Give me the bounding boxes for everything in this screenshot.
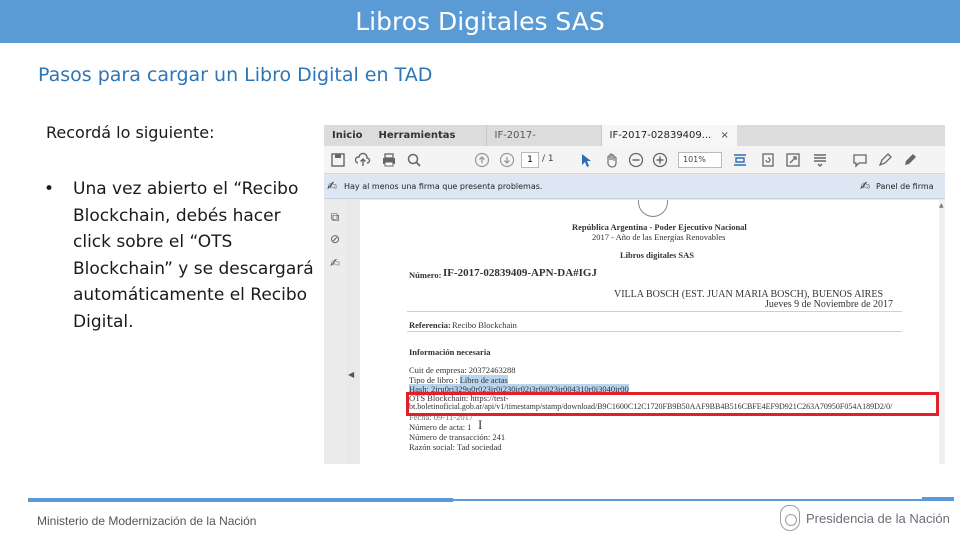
doc-title: Libros digitales SAS [620, 250, 695, 260]
signature-warning-bar: ✍ Hay al menos una firma que presenta pr… [324, 175, 945, 199]
viewer-toolbar [324, 146, 945, 174]
rotate-icon[interactable] [760, 152, 776, 168]
zoom-select[interactable]: 101% [678, 152, 722, 168]
slide-title: Libros Digitales SAS [355, 7, 605, 36]
collapse-panel-icon[interactable]: ◀ [348, 370, 354, 379]
viewer-tab-bar: Inicio Herramientas IF-2017-02839409... … [324, 125, 945, 162]
tab-herramientas[interactable]: Herramientas [371, 125, 486, 146]
cuit-line: Cuit de empresa: 20372463288 [409, 365, 516, 375]
viewer-left-rail: ⧉ ⊘ ✍ [324, 200, 346, 464]
numero-transaccion-line: Número de transacción: 241 [409, 432, 506, 442]
national-emblem-icon [780, 505, 800, 531]
slide-title-banner: Libros Digitales SAS [0, 0, 960, 43]
upload-icon[interactable] [355, 152, 371, 168]
print-icon[interactable] [381, 152, 397, 168]
next-page-icon[interactable] [499, 152, 515, 168]
instruction-bullet: • Una vez abierto el “Recibo Blockchain,… [44, 176, 316, 335]
highlight-pen-icon[interactable] [877, 152, 893, 168]
page-number-input[interactable]: 1 [521, 152, 539, 168]
numero-label: Número: [409, 270, 442, 280]
tab-document-1[interactable]: IF-2017-02839409... [485, 125, 601, 162]
doc-header-line2: 2017 - Año de las Energías Renovables [592, 232, 726, 242]
numero-value: IF-2017-02839409-APN-DA#IGJ [443, 267, 597, 279]
signature-warning-message: Hay al menos una firma que presenta prob… [344, 182, 543, 191]
tab-document-2[interactable]: IF-2017-02839409... × [600, 125, 737, 146]
search-icon[interactable] [406, 152, 422, 168]
viewer-scrollbar[interactable]: ▲ [939, 200, 945, 464]
numero-acta-line: Número de acta: 1 [409, 422, 472, 432]
pdf-page: República Argentina - Poder Ejecutivo Na… [360, 200, 945, 464]
hand-icon[interactable] [604, 152, 620, 168]
zoom-in-icon[interactable] [652, 152, 668, 168]
doc-header-line1: República Argentina - Poder Ejecutivo Na… [572, 222, 747, 232]
slide-subtitle: Pasos para cargar un Libro Digital en TA… [38, 64, 433, 86]
intro-text: Recordá lo siguiente: [46, 123, 215, 142]
fullscreen-icon[interactable] [785, 152, 801, 168]
close-icon[interactable]: × [721, 130, 729, 141]
comment-icon[interactable] [852, 152, 868, 168]
divider [407, 331, 902, 332]
scroll-up-icon[interactable]: ▲ [939, 202, 944, 209]
signature-panel-button[interactable]: Panel de firma [876, 182, 934, 191]
sign-pen-icon[interactable] [902, 152, 918, 168]
divider [407, 311, 902, 312]
prev-page-icon[interactable] [474, 152, 490, 168]
cursor-icon[interactable] [578, 152, 594, 168]
signature-icon[interactable]: ✍ [328, 256, 342, 270]
footer-divider [922, 497, 954, 501]
ots-highlight-box [406, 392, 939, 416]
footer-presidency: Presidencia de la Nación [806, 511, 950, 526]
attachment-icon[interactable]: ⊘ [328, 232, 342, 246]
bullet-marker: • [44, 179, 55, 199]
pages-icon[interactable]: ⧉ [328, 210, 342, 224]
footer-divider [28, 498, 453, 502]
fit-page-icon[interactable] [732, 152, 748, 168]
signature-panel-icon: ✍ [860, 179, 871, 193]
referencia-label: Referencia: [409, 320, 451, 330]
tab-document-2-label: IF-2017-02839409... [609, 130, 712, 141]
bullet-text: Una vez abierto el “Recibo Blockchain, d… [73, 179, 314, 332]
page-total: / 1 [542, 154, 554, 164]
razon-social-line: Razón social: Tad sociedad [409, 442, 502, 452]
tab-inicio[interactable]: Inicio [324, 125, 371, 146]
signature-warning-icon: ✍ [327, 179, 338, 193]
doc-date: Jueves 9 de Noviembre de 2017 [765, 299, 894, 310]
footer-ministry: Ministerio de Modernización de la Nación [37, 514, 257, 528]
info-title: Información necesaria [409, 347, 491, 357]
text-cursor-icon: I [478, 417, 483, 432]
save-icon[interactable] [330, 152, 346, 168]
zoom-out-icon[interactable] [628, 152, 644, 168]
government-seal [638, 200, 668, 217]
referencia-value: Recibo Blockchain [452, 320, 517, 330]
footer-divider [453, 499, 923, 501]
scroll-mode-icon[interactable] [812, 152, 828, 168]
